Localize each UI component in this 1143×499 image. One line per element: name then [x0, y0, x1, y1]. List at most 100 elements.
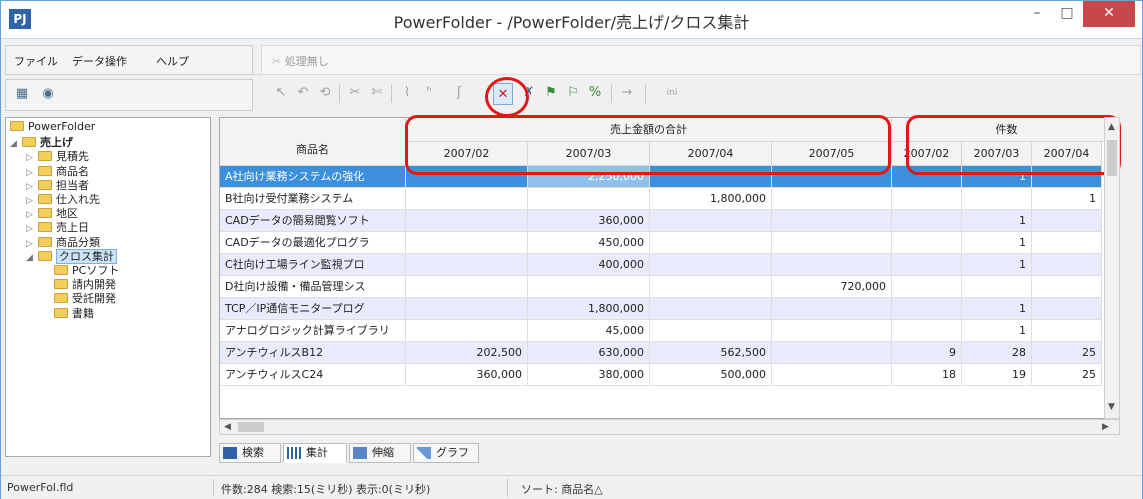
table-cell[interactable]: 400,000 — [528, 254, 650, 276]
table-cell[interactable] — [528, 188, 650, 210]
table-cell[interactable]: 1 — [962, 232, 1032, 254]
html-icon[interactable]: ʰ — [419, 82, 439, 104]
table-cell[interactable]: 18 — [892, 364, 962, 386]
table-cell[interactable] — [772, 364, 892, 386]
table-cell[interactable] — [1032, 254, 1102, 276]
table-row-name[interactable]: TCP／IP通信モニタープログ — [220, 298, 406, 320]
table-cell[interactable] — [1032, 210, 1102, 232]
eye-icon[interactable]: ◉ — [38, 83, 58, 105]
table-cell[interactable] — [406, 276, 528, 298]
table-cell[interactable] — [772, 298, 892, 320]
table-cell[interactable]: 720,000 — [772, 276, 892, 298]
table-cell[interactable] — [528, 276, 650, 298]
view-grid-icon[interactable]: ▦ — [12, 83, 32, 105]
tree-node[interactable]: PowerFolder — [10, 120, 95, 133]
table-cell[interactable]: 19 — [962, 364, 1032, 386]
table-cell[interactable]: 25 — [1032, 364, 1102, 386]
table-cell[interactable]: 1,800,000 — [528, 298, 650, 320]
table-cell[interactable]: 25 — [1032, 342, 1102, 364]
table-cell[interactable]: 1,800,000 — [650, 188, 772, 210]
table-row-name[interactable]: アナログロジック計算ライブラリ — [220, 320, 406, 342]
close-button[interactable]: ✕ — [1083, 1, 1135, 27]
scroll-left-icon[interactable]: ◀ — [224, 422, 231, 432]
table-cell[interactable] — [1032, 276, 1102, 298]
ini-icon[interactable]: ini — [657, 82, 687, 104]
table-row-name[interactable]: B社向け受付業務システム — [220, 188, 406, 210]
scroll-right-icon[interactable]: ▶ — [1102, 422, 1109, 432]
table-cell[interactable] — [1032, 320, 1102, 342]
table-cell[interactable] — [406, 298, 528, 320]
table-cell[interactable] — [650, 232, 772, 254]
table-cell[interactable]: 1 — [962, 254, 1032, 276]
arrow-right-icon[interactable]: → — [617, 82, 637, 104]
table-cell[interactable]: 562,500 — [650, 342, 772, 364]
horizontal-scroll-thumb[interactable] — [238, 422, 264, 432]
table-cell[interactable] — [772, 320, 892, 342]
table-cell[interactable] — [650, 210, 772, 232]
menu-help[interactable]: ヘルプ — [156, 53, 189, 69]
filter-back-icon[interactable]: ↶ — [293, 82, 313, 104]
table-cell[interactable] — [406, 320, 528, 342]
table-cell[interactable] — [1032, 298, 1102, 320]
table-row-name[interactable]: C社向け工場ライン監視プロ — [220, 254, 406, 276]
table-cell[interactable]: 45,000 — [528, 320, 650, 342]
table-cell[interactable] — [406, 232, 528, 254]
table-cell[interactable]: 360,000 — [528, 210, 650, 232]
table-cell[interactable]: 360,000 — [406, 364, 528, 386]
table-cell[interactable]: 630,000 — [528, 342, 650, 364]
horizontal-scrollbar[interactable]: ◀ ▶ — [219, 419, 1120, 435]
table-row-name[interactable]: A社向け業務システムの強化 — [220, 166, 406, 188]
table-row-name[interactable]: D社向け設備・備品管理シス — [220, 276, 406, 298]
table-cell[interactable] — [650, 254, 772, 276]
table-cell[interactable] — [650, 298, 772, 320]
tree-node[interactable]: 書籍 — [42, 305, 94, 321]
menu-data-ops[interactable]: データ操作 — [72, 53, 127, 69]
table-cell[interactable]: 1 — [962, 298, 1032, 320]
table-cell[interactable]: 9 — [892, 342, 962, 364]
table-cell[interactable] — [772, 232, 892, 254]
script-icon[interactable]: ʃ — [449, 82, 469, 104]
table-cell[interactable]: 450,000 — [528, 232, 650, 254]
table-cell[interactable] — [962, 188, 1032, 210]
table-cell[interactable] — [962, 276, 1032, 298]
table-cell[interactable] — [650, 320, 772, 342]
flag-add-icon[interactable]: ⚐ — [563, 82, 583, 104]
tab-aggregate[interactable]: 集計 — [283, 443, 347, 463]
tab-graph[interactable]: グラフ — [413, 443, 479, 463]
table-cell[interactable] — [406, 210, 528, 232]
expanded-arrow-icon[interactable]: ◢ — [26, 253, 38, 263]
command-label[interactable]: ✂ 処理無し — [272, 53, 329, 69]
table-cell[interactable] — [406, 254, 528, 276]
maximize-button[interactable]: □ — [1049, 1, 1085, 27]
table-row-name[interactable]: アンチウィルスB12 — [220, 342, 406, 364]
table-cell[interactable] — [650, 276, 772, 298]
table-cell[interactable] — [892, 188, 962, 210]
table-cell[interactable]: 28 — [962, 342, 1032, 364]
table-cell[interactable] — [772, 254, 892, 276]
tab-search[interactable]: 検索 — [219, 443, 281, 463]
cut-icon[interactable]: ✂ — [345, 82, 365, 104]
table-cell[interactable]: 202,500 — [406, 342, 528, 364]
cut-all-icon[interactable]: ✄ — [367, 82, 387, 104]
table-row-name[interactable]: CADデータの簡易閲覧ソフト — [220, 210, 406, 232]
scroll-up-icon[interactable]: ▲ — [1108, 122, 1115, 132]
table-cell[interactable]: 1 — [1032, 188, 1102, 210]
filter-icon[interactable]: ↖ — [271, 82, 291, 104]
table-row-name[interactable]: アンチウィルスC24 — [220, 364, 406, 386]
table-cell[interactable]: 1 — [962, 320, 1032, 342]
expanded-arrow-icon[interactable]: ◢ — [10, 139, 22, 149]
table-cell[interactable] — [772, 188, 892, 210]
table-cell[interactable] — [892, 298, 962, 320]
table-cell[interactable]: 380,000 — [528, 364, 650, 386]
table-cell[interactable] — [772, 342, 892, 364]
table-cell[interactable] — [892, 320, 962, 342]
menu-file[interactable]: ファイル — [14, 53, 58, 69]
table-cell[interactable]: 1 — [962, 210, 1032, 232]
table-cell[interactable] — [892, 276, 962, 298]
table-cell[interactable] — [1032, 232, 1102, 254]
attach-icon[interactable]: ⌇ — [397, 82, 417, 104]
table-cell[interactable] — [406, 188, 528, 210]
percent-icon[interactable]: % — [585, 82, 605, 104]
tab-stretch[interactable]: 伸縮 — [349, 443, 411, 463]
table-cell[interactable] — [892, 210, 962, 232]
